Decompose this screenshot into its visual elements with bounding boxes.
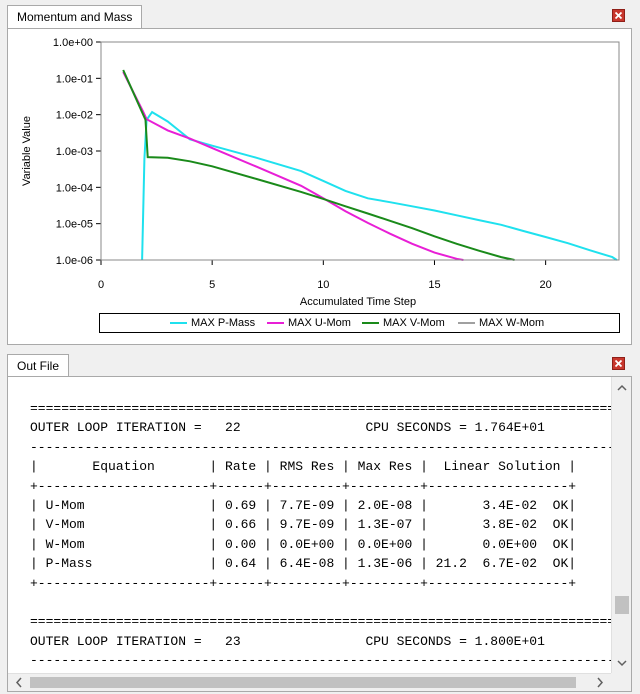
y-tick-label: 1.0e-04 [56, 182, 93, 194]
legend-label: MAX W-Mom [479, 317, 545, 329]
x-tick-label: 5 [209, 279, 215, 291]
chart-panel: 1.0e+00 1.0e-01 1.0e-02 1.0e-03 1.0e-04 1.0e-… [7, 28, 632, 345]
residual-chart: 1.0e+00 1.0e-01 1.0e-02 1.0e-03 1.0e-04 1.0e-… [21, 37, 620, 308]
vertical-scrollbar[interactable] [611, 377, 631, 673]
close-icon [614, 11, 623, 20]
legend-swatch [267, 322, 284, 325]
scroll-right-icon[interactable] [591, 674, 609, 691]
close-chart-panel-button[interactable] [612, 9, 625, 22]
tab-out-file[interactable]: Out File [7, 354, 70, 377]
x-tick-label: 0 [98, 279, 104, 291]
legend-label: MAX P-Mass [191, 317, 256, 329]
legend-swatch [458, 322, 475, 325]
x-axis-label: Accumulated Time Step [300, 296, 416, 308]
legend-label: MAX V-Mom [383, 317, 445, 329]
out-file-text: ========================================… [30, 401, 611, 673]
x-tick-label: 10 [317, 279, 329, 291]
legend-item: MAX W-Mom [458, 316, 544, 330]
scroll-up-icon[interactable] [612, 379, 631, 397]
x-tick-label: 20 [540, 279, 552, 291]
out-file-panel: ========================================… [7, 376, 632, 692]
series-line-max-u-mom [122, 71, 464, 261]
x-tick-label: 15 [428, 279, 440, 291]
y-tick-label: 1.0e-01 [56, 73, 93, 85]
y-tick-label: 1.0e-05 [56, 219, 93, 231]
close-icon [614, 359, 623, 368]
scrollbar-corner [611, 673, 631, 691]
chart-legend: MAX P-Mass MAX U-Mom MAX V-Mom MAX W-Mom [99, 313, 620, 333]
legend-swatch [170, 322, 187, 325]
scroll-left-icon[interactable] [10, 674, 28, 691]
tab-label: Momentum and Mass [17, 10, 133, 24]
horizontal-scrollbar[interactable] [8, 673, 611, 691]
plot-area-frame [100, 41, 620, 261]
legend-label: MAX U-Mom [288, 317, 351, 329]
y-tick-label: 1.0e-06 [56, 255, 93, 267]
legend-swatch [362, 322, 379, 325]
legend-item: MAX P-Mass [170, 316, 255, 330]
scroll-down-icon[interactable] [612, 654, 631, 672]
scrollbar-thumb[interactable] [615, 596, 629, 614]
y-tick-label: 1.0e+00 [53, 37, 93, 49]
close-out-file-button[interactable] [612, 357, 625, 370]
legend-item: MAX V-Mom [362, 316, 445, 330]
out-file-viewport: ========================================… [8, 377, 611, 673]
tab-momentum-and-mass[interactable]: Momentum and Mass [7, 5, 143, 29]
y-tick-label: 1.0e-03 [56, 146, 93, 158]
tab-label: Out File [17, 359, 60, 373]
legend-item: MAX U-Mom [267, 316, 351, 330]
series-line-max-p-mass [141, 110, 618, 261]
series-line-max-v-mom [122, 69, 515, 261]
y-tick-label: 1.0e-02 [56, 110, 93, 122]
y-axis-label: Variable Value [21, 116, 33, 186]
scrollbar-thumb[interactable] [30, 677, 576, 688]
